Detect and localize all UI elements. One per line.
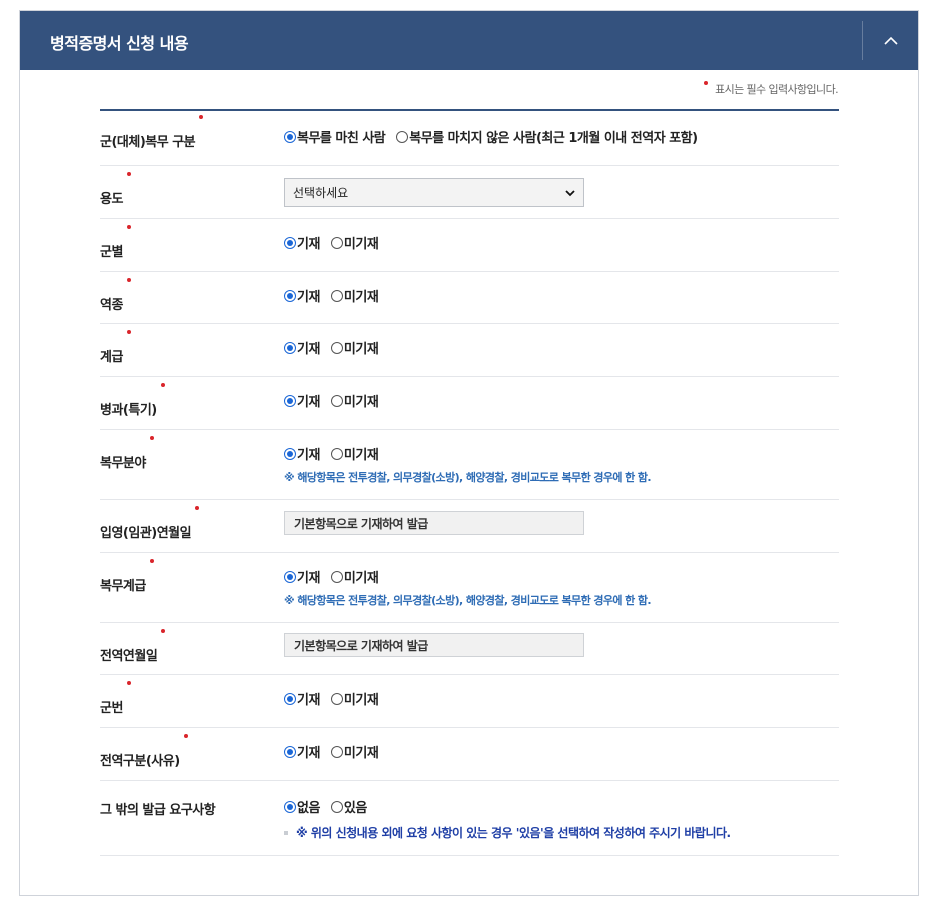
radio-field-include[interactable]: 기재 <box>284 444 320 463</box>
field: 기재 미기재 ※ 해당항목은 전투경찰, 의무경찰(소방), 해양경찰, 경비교… <box>284 567 652 608</box>
form-row-rank: 계급 기재 미기재 <box>100 324 839 377</box>
required-dot-icon <box>126 172 131 176</box>
required-dot-icon <box>195 506 200 510</box>
form-row-purpose: 용도 선택하세요 <box>100 166 839 219</box>
field: 기본항목으로 기재하여 발급 <box>284 511 584 535</box>
radio-reason-include[interactable]: 기재 <box>284 742 320 761</box>
radio-category-exclude[interactable]: 미기재 <box>330 286 379 305</box>
form-row-service-number: 군번 기재 미기재 <box>100 675 839 728</box>
radio-rank-exclude[interactable]: 미기재 <box>330 338 379 357</box>
required-dot-icon <box>160 383 165 387</box>
row-label: 군별 <box>100 225 131 260</box>
radio-specialty-exclude[interactable]: 미기재 <box>330 391 379 410</box>
radio-number-include[interactable]: 기재 <box>284 689 320 708</box>
panel-title: 병적증명서 신청 내용 <box>50 34 189 53</box>
form-row-specialty: 병과(특기) 기재 미기재 <box>100 377 839 430</box>
required-dot-icon <box>161 629 166 633</box>
row-label: 군(대체)복무 구분 <box>100 115 204 150</box>
field: 기재 미기재 <box>284 689 389 708</box>
enlist-date-readonly: 기본항목으로 기재하여 발급 <box>284 511 584 535</box>
required-dot-icon <box>126 225 131 229</box>
row-label: 병과(특기) <box>100 383 165 418</box>
row-label: 군번 <box>100 681 131 716</box>
required-dot-icon <box>183 734 188 738</box>
radio-other-none[interactable]: 없음 <box>284 797 320 816</box>
discharge-date-readonly: 기본항목으로 기재하여 발급 <box>284 633 584 657</box>
application-panel: 병적증명서 신청 내용 표시는 필수 입력사항입니다. 군(대체)복무 구분 복… <box>19 10 919 896</box>
radio-other-yes[interactable]: 있음 <box>330 797 367 816</box>
panel-header: 병적증명서 신청 내용 <box>20 11 918 70</box>
required-dot-icon <box>149 559 154 563</box>
bullet-icon <box>284 830 288 835</box>
required-dot-icon <box>126 330 131 334</box>
field: 기재 미기재 <box>284 338 389 357</box>
row-label: 복무계급 <box>100 559 154 594</box>
radio-service-rank-exclude[interactable]: 미기재 <box>330 567 379 586</box>
form-row-other-requests: 그 밖의 발급 요구사항 없음 있음 ※ 위의 신청내용 외에 요청 사항이 있… <box>100 781 839 856</box>
service-field-hint: ※ 해당항목은 전투경찰, 의무경찰(소방), 해양경찰, 경비교도로 복무한 … <box>284 471 652 484</box>
field: 없음 있음 ※ 위의 신청내용 외에 요청 사항이 있는 경우 '있음'을 선택… <box>284 797 731 841</box>
select-value: 선택하세요 <box>293 186 349 200</box>
required-dot-icon <box>199 115 204 119</box>
service-rank-hint: ※ 해당항목은 전투경찰, 의무경찰(소방), 해양경찰, 경비교도로 복무한 … <box>284 594 652 607</box>
radio-number-exclude[interactable]: 미기재 <box>330 689 379 708</box>
radio-category-include[interactable]: 기재 <box>284 286 320 305</box>
collapse-button[interactable] <box>863 11 918 70</box>
radio-specialty-include[interactable]: 기재 <box>284 391 320 410</box>
field: 선택하세요 <box>284 178 584 207</box>
chevron-down-icon <box>565 189 575 196</box>
required-note-text: 표시는 필수 입력사항입니다. <box>715 83 839 96</box>
form-table: 군(대체)복무 구분 복무를 마친 사람 복무를 마치지 않은 사람(최근 1개… <box>100 109 839 856</box>
form-row-service-rank: 복무계급 기재 미기재 ※ 해당항목은 전투경찰, 의무경찰(소방), 해양경찰… <box>100 553 839 623</box>
form-row-discharge-date: 전역연월일 기본항목으로 기재하여 발급 <box>100 623 839 675</box>
radio-service-not-completed[interactable]: 복무를 마치지 않은 사람(최근 1개월 이내 전역자 포함) <box>396 127 698 146</box>
row-label: 계급 <box>100 330 131 365</box>
form-row-enlist-date: 입영(임관)연월일 기본항목으로 기재하여 발급 <box>100 500 839 553</box>
radio-branch-exclude[interactable]: 미기재 <box>330 233 379 252</box>
row-label: 전역연월일 <box>100 629 166 664</box>
radio-reason-exclude[interactable]: 미기재 <box>330 742 379 761</box>
radio-service-rank-include[interactable]: 기재 <box>284 567 320 586</box>
required-dot-icon <box>126 681 131 685</box>
radio-field-exclude[interactable]: 미기재 <box>330 444 379 463</box>
field: 기재 미기재 <box>284 391 389 410</box>
required-dot-icon <box>126 278 131 282</box>
radio-branch-include[interactable]: 기재 <box>284 233 320 252</box>
form-row-discharge-reason: 전역구분(사유) 기재 미기재 <box>100 728 839 781</box>
form-row-service-category: 역종 기재 미기재 <box>100 272 839 324</box>
purpose-select[interactable]: 선택하세요 <box>284 178 584 207</box>
radio-service-completed[interactable]: 복무를 마친 사람 <box>284 127 386 146</box>
row-label: 입영(임관)연월일 <box>100 506 200 541</box>
required-note: 표시는 필수 입력사항입니다. <box>704 81 839 97</box>
field: 기재 미기재 <box>284 233 389 252</box>
required-dot-icon <box>149 436 154 440</box>
other-requests-hint: ※ 위의 신청내용 외에 요청 사항이 있는 경우 '있음'을 선택하여 작성하… <box>284 824 731 841</box>
form-row-branch: 군별 기재 미기재 <box>100 219 839 272</box>
form-row-service-field: 복무분야 기재 미기재 ※ 해당항목은 전투경찰, 의무경찰(소방), 해양경찰… <box>100 430 839 500</box>
radio-rank-include[interactable]: 기재 <box>284 338 320 357</box>
row-label: 전역구분(사유) <box>100 734 188 769</box>
field: 복무를 마친 사람 복무를 마치지 않은 사람(최근 1개월 이내 전역자 포함… <box>284 127 709 146</box>
row-label: 용도 <box>100 172 131 207</box>
chevron-up-icon <box>883 36 898 45</box>
required-dot-icon <box>704 81 709 85</box>
field: 기재 미기재 <box>284 286 389 305</box>
radio-circle-icon <box>396 130 409 143</box>
radio-circle-icon <box>284 130 296 143</box>
field: 기본항목으로 기재하여 발급 <box>284 633 584 657</box>
row-label: 그 밖의 발급 요구사항 <box>100 803 216 818</box>
field: 기재 미기재 <box>284 742 389 761</box>
field: 기재 미기재 ※ 해당항목은 전투경찰, 의무경찰(소방), 해양경찰, 경비교… <box>284 444 652 485</box>
row-label: 복무분야 <box>100 436 154 471</box>
form-row-service-type: 군(대체)복무 구분 복무를 마친 사람 복무를 마치지 않은 사람(최근 1개… <box>100 111 839 166</box>
row-label: 역종 <box>100 278 131 313</box>
